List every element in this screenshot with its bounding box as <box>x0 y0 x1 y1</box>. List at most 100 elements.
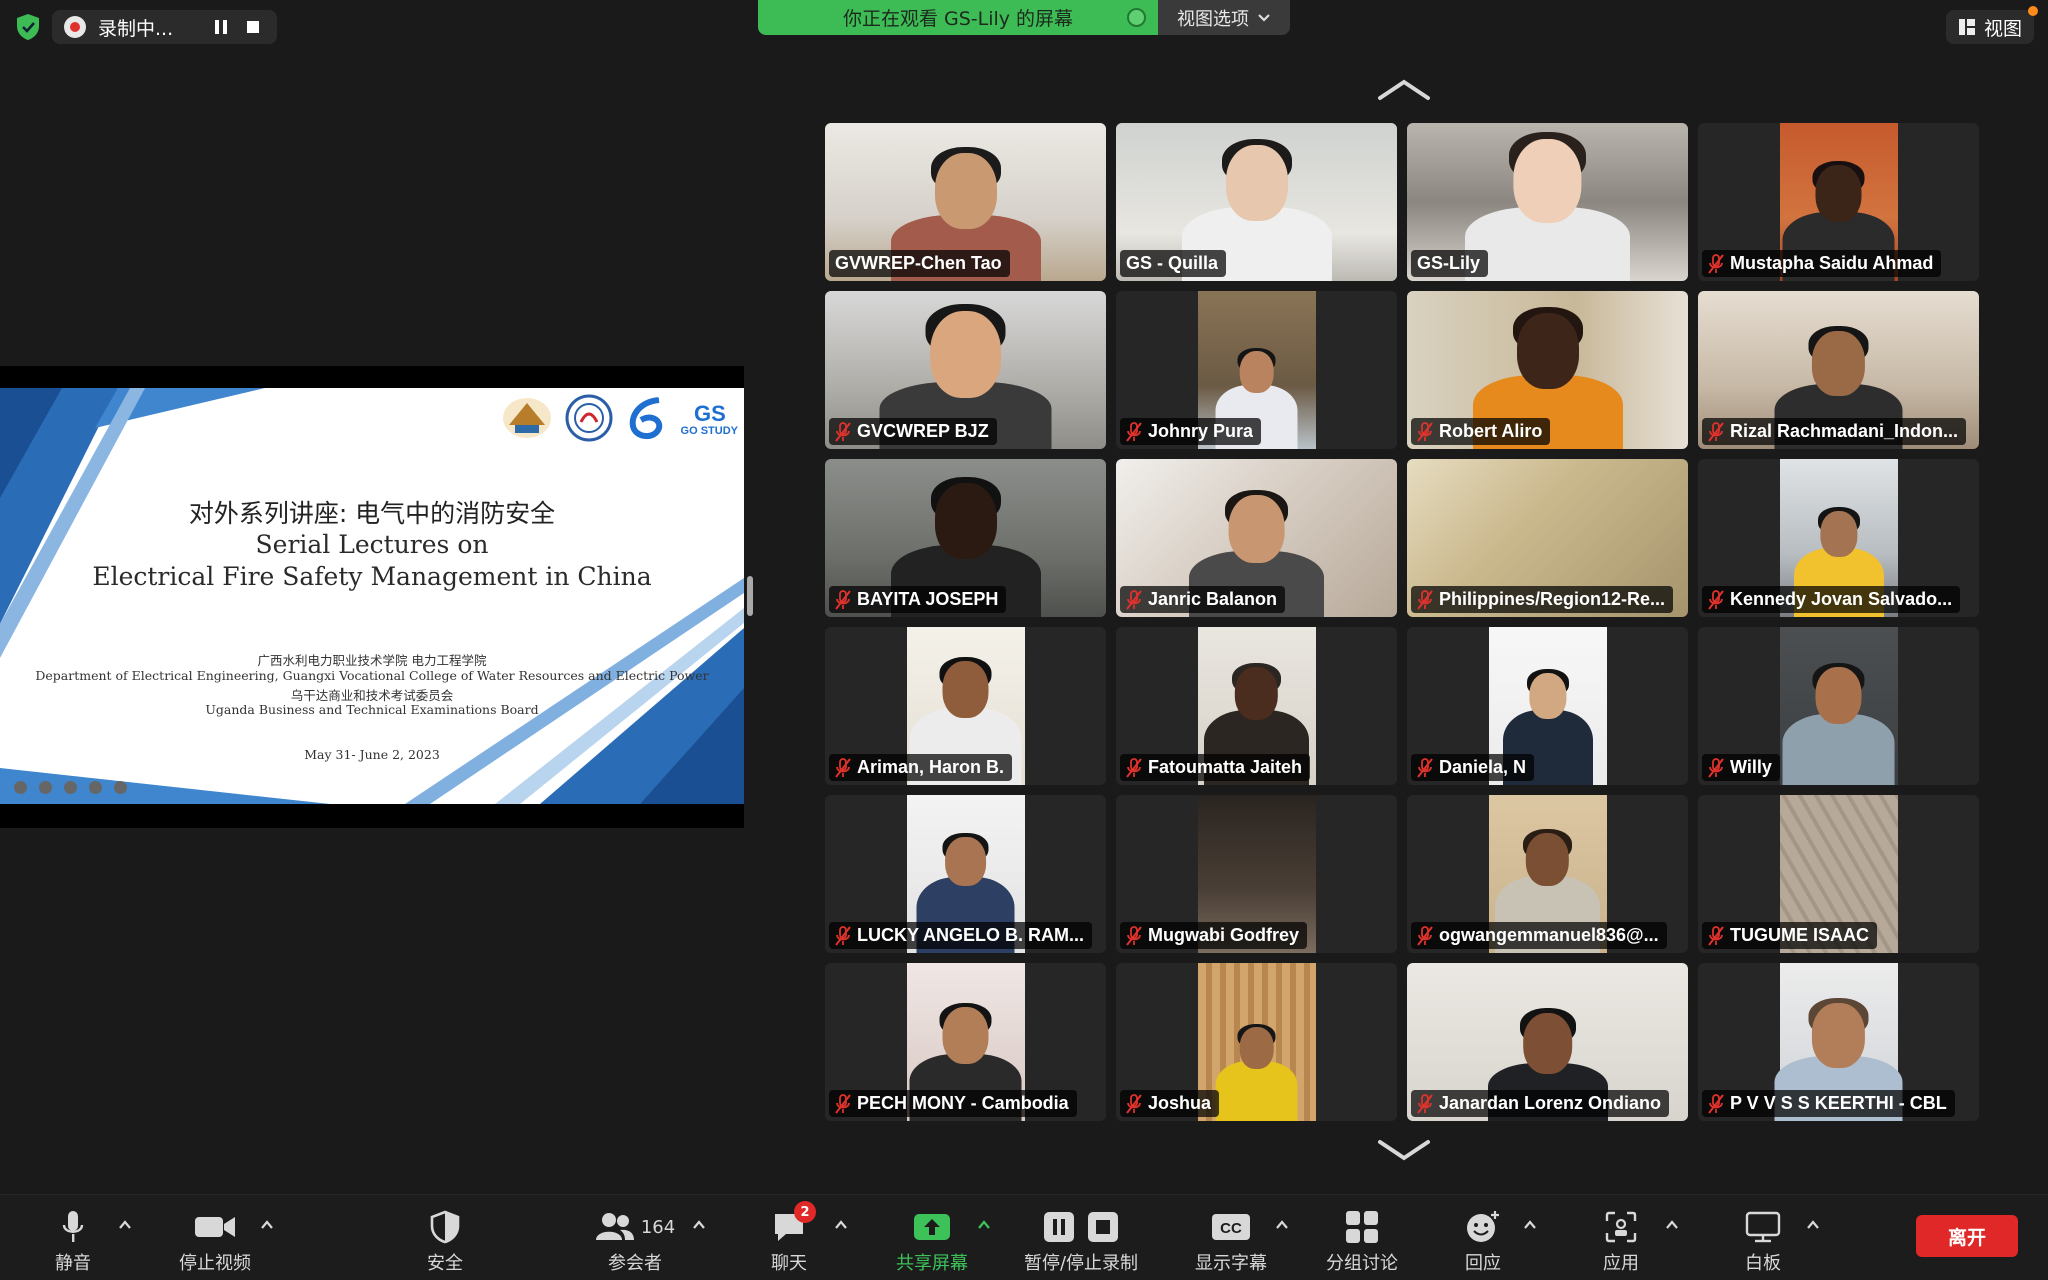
participant-tile[interactable]: GS - Quilla <box>1116 123 1397 281</box>
security-label: 安全 <box>427 1253 463 1274</box>
pause-stop-recording-button[interactable]: 暂停/停止录制 <box>1010 1195 1152 1280</box>
video-camera-icon <box>195 1217 235 1237</box>
participants-icon <box>595 1213 634 1240</box>
apps-button[interactable]: 应用 <box>1596 1195 1646 1280</box>
whiteboard-icon <box>1745 1211 1781 1243</box>
participant-tile[interactable]: Kennedy Jovan Salvado... <box>1698 459 1979 617</box>
participant-tile[interactable]: GS-Lily <box>1407 123 1688 281</box>
breakout-rooms-button[interactable]: 分组讨论 <box>1316 1195 1408 1280</box>
participant-tile[interactable]: LUCKY ANGELO B. RAM... <box>825 795 1106 953</box>
gs-mark-icon: GS <box>694 401 726 425</box>
participant-tile[interactable]: Mustapha Saidu Ahmad <box>1698 123 1979 281</box>
view-options-label: 视图选项 <box>1177 8 1249 30</box>
participant-tile[interactable]: GVCWREP BJZ <box>825 291 1106 449</box>
participant-tile[interactable]: Joshua <box>1116 963 1397 1121</box>
stop-recording-icon[interactable] <box>243 17 263 37</box>
captions-options-caret-icon[interactable] <box>1274 1217 1290 1233</box>
more-options-icon[interactable] <box>114 781 127 794</box>
muted-mic-icon <box>1417 757 1433 778</box>
muted-mic-icon <box>1708 421 1724 442</box>
whiteboard-options-caret-icon[interactable] <box>1805 1217 1821 1233</box>
leave-meeting-button[interactable]: 离开 <box>1916 1215 2018 1257</box>
participant-tile[interactable]: Janardan Lorenz Ondiano <box>1407 963 1688 1121</box>
muted-mic-icon <box>1126 1093 1142 1114</box>
participant-name: Philippines/Region12-Re... <box>1439 589 1666 609</box>
security-button[interactable]: 安全 <box>410 1195 480 1280</box>
gallery-scroll-up-icon[interactable] <box>1376 78 1432 102</box>
chat-button[interactable]: 2 聊天 <box>754 1195 824 1280</box>
participant-name-tag: BAYITA JOSEPH <box>829 586 1007 613</box>
muted-mic-icon <box>1708 1093 1724 1114</box>
share-screen-label: 共享屏幕 <box>896 1253 968 1274</box>
participant-tile[interactable]: Ariman, Haron B. <box>825 627 1106 785</box>
participant-name-tag: Daniela, N <box>1411 754 1535 781</box>
audio-options-caret-icon[interactable] <box>117 1217 133 1233</box>
view-options-dropdown[interactable]: 视图选项 <box>1158 0 1290 35</box>
muted-mic-icon <box>1126 421 1142 442</box>
participant-name: GS-Lily <box>1417 253 1481 273</box>
slide-title-cn: 对外系列讲座: 电气中的消防安全 <box>188 499 556 528</box>
participant-name: Rizal Rachmadani_Indon... <box>1730 421 1959 441</box>
next-slide-icon[interactable] <box>39 781 52 794</box>
participant-tile[interactable]: Fatoumatta Jaiteh <box>1116 627 1397 785</box>
muted-mic-icon <box>835 757 851 778</box>
participant-tile[interactable]: Rizal Rachmadani_Indon... <box>1698 291 1979 449</box>
participants-button[interactable]: 164 参会者 <box>580 1195 690 1280</box>
participant-tile[interactable]: GVWREP-Chen Tao <box>825 123 1106 281</box>
stop-video-button[interactable]: 停止视频 <box>170 1195 260 1280</box>
split-resize-handle[interactable] <box>747 576 753 616</box>
participants-label: 参会者 <box>608 1253 662 1274</box>
muted-mic-icon <box>1417 925 1433 946</box>
muted-mic-icon <box>1126 589 1142 610</box>
view-layout-button[interactable]: 视图 <box>1945 6 2038 44</box>
participant-tile[interactable]: Philippines/Region12-Re... <box>1407 459 1688 617</box>
captions-button[interactable]: CC 显示字幕 <box>1186 1195 1276 1280</box>
slide-title-en-1: Serial Lectures on <box>255 530 489 559</box>
participant-tile[interactable]: TUGUME ISAAC <box>1698 795 1979 953</box>
prev-slide-icon[interactable] <box>14 781 27 794</box>
video-options-caret-icon[interactable] <box>259 1217 275 1233</box>
participant-tile[interactable]: Janric Balanon <box>1116 459 1397 617</box>
chat-unread-badge: 2 <box>794 1201 816 1223</box>
security-shield-icon <box>430 1210 460 1244</box>
go-study-logo: GS GO STUDY <box>681 399 738 437</box>
participant-tile[interactable]: BAYITA JOSEPH <box>825 459 1106 617</box>
slides-view-icon[interactable] <box>89 781 102 794</box>
slide-logos: GS GO STUDY <box>501 394 738 442</box>
participants-options-caret-icon[interactable] <box>691 1217 707 1233</box>
share-options-caret-icon[interactable] <box>976 1217 992 1233</box>
apps-options-caret-icon[interactable] <box>1664 1217 1680 1233</box>
participants-count: 164 <box>640 1216 676 1238</box>
participant-tile[interactable]: Daniela, N <box>1407 627 1688 785</box>
mute-button[interactable]: 静音 <box>40 1195 106 1280</box>
whiteboard-button[interactable]: 白板 <box>1736 1195 1790 1280</box>
encryption-shield-icon[interactable] <box>14 13 42 41</box>
reactions-options-caret-icon[interactable] <box>1522 1217 1538 1233</box>
participant-name: Janardan Lorenz Ondiano <box>1439 1093 1662 1113</box>
participant-name: Mustapha Saidu Ahmad <box>1730 253 1934 273</box>
pause-recording-icon[interactable] <box>211 17 231 37</box>
participant-tile[interactable]: PECH MONY - Cambodia <box>825 963 1106 1121</box>
participant-tile[interactable]: Johnry Pura <box>1116 291 1397 449</box>
meeting-status-bar: 录制中... <box>14 10 278 44</box>
notification-dot <box>2028 6 2038 16</box>
participant-tile[interactable]: Willy <box>1698 627 1979 785</box>
participant-gallery: GVWREP-Chen Tao GS - Quilla GS-Lily Mustaph… <box>825 123 1979 1121</box>
chat-options-caret-icon[interactable] <box>833 1217 849 1233</box>
slide-org-line-4: Uganda Business and Technical Examinatio… <box>205 702 539 717</box>
participant-tile[interactable]: Mugwabi Godfrey <box>1116 795 1397 953</box>
go-study-text: GO STUDY <box>680 425 738 437</box>
participant-name: TUGUME ISAAC <box>1730 925 1869 945</box>
reactions-button[interactable]: 回应 <box>1452 1195 1514 1280</box>
participant-name-tag: Janric Balanon <box>1120 586 1286 613</box>
pen-icon[interactable] <box>64 781 77 794</box>
participant-tile[interactable]: ogwangemmanuel836@... <box>1407 795 1688 953</box>
muted-mic-icon <box>835 421 851 442</box>
participant-tile[interactable]: Robert Aliro <box>1407 291 1688 449</box>
gallery-scroll-down-icon[interactable] <box>1376 1138 1432 1162</box>
participant-tile[interactable]: P V V S S KEERTHI - CBL <box>1698 963 1979 1121</box>
participant-silhouette <box>1215 1023 1298 1121</box>
shared-screen[interactable]: GS GO STUDY 对外系列讲座: 电气中的消防安全 Serial Lect… <box>0 366 744 828</box>
share-screen-button[interactable]: 共享屏幕 <box>886 1195 978 1280</box>
participant-name-tag: GS-Lily <box>1411 250 1489 277</box>
